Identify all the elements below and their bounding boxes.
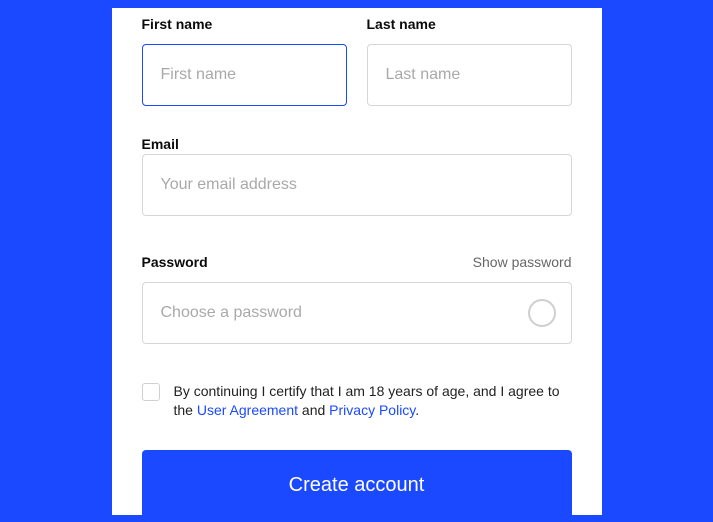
- password-strength-icon: [528, 299, 556, 327]
- consent-and: and: [298, 402, 329, 418]
- name-row: First name Last name: [142, 8, 572, 106]
- password-label: Password: [142, 254, 208, 270]
- first-name-label: First name: [142, 16, 347, 32]
- consent-row: By continuing I certify that I am 18 yea…: [142, 382, 572, 420]
- last-name-label: Last name: [367, 16, 572, 32]
- consent-checkbox[interactable]: [142, 383, 160, 401]
- consent-suffix: .: [415, 402, 419, 418]
- password-input-wrap: [142, 282, 572, 344]
- last-name-input[interactable]: [367, 44, 572, 106]
- email-field: Email: [142, 136, 572, 216]
- password-input[interactable]: [142, 282, 572, 344]
- privacy-policy-link[interactable]: Privacy Policy: [329, 402, 415, 418]
- show-password-toggle[interactable]: Show password: [473, 254, 572, 270]
- last-name-field: Last name: [367, 8, 572, 106]
- consent-text: By continuing I certify that I am 18 yea…: [174, 382, 572, 420]
- password-header: Password Show password: [142, 246, 572, 282]
- signup-card: First name Last name Email Password Show…: [112, 8, 602, 515]
- password-field: Password Show password: [142, 246, 572, 344]
- create-account-button[interactable]: Create account: [142, 450, 572, 522]
- first-name-field: First name: [142, 8, 347, 106]
- first-name-input[interactable]: [142, 44, 347, 106]
- email-input[interactable]: [142, 154, 572, 216]
- email-label: Email: [142, 136, 179, 152]
- user-agreement-link[interactable]: User Agreement: [197, 402, 298, 418]
